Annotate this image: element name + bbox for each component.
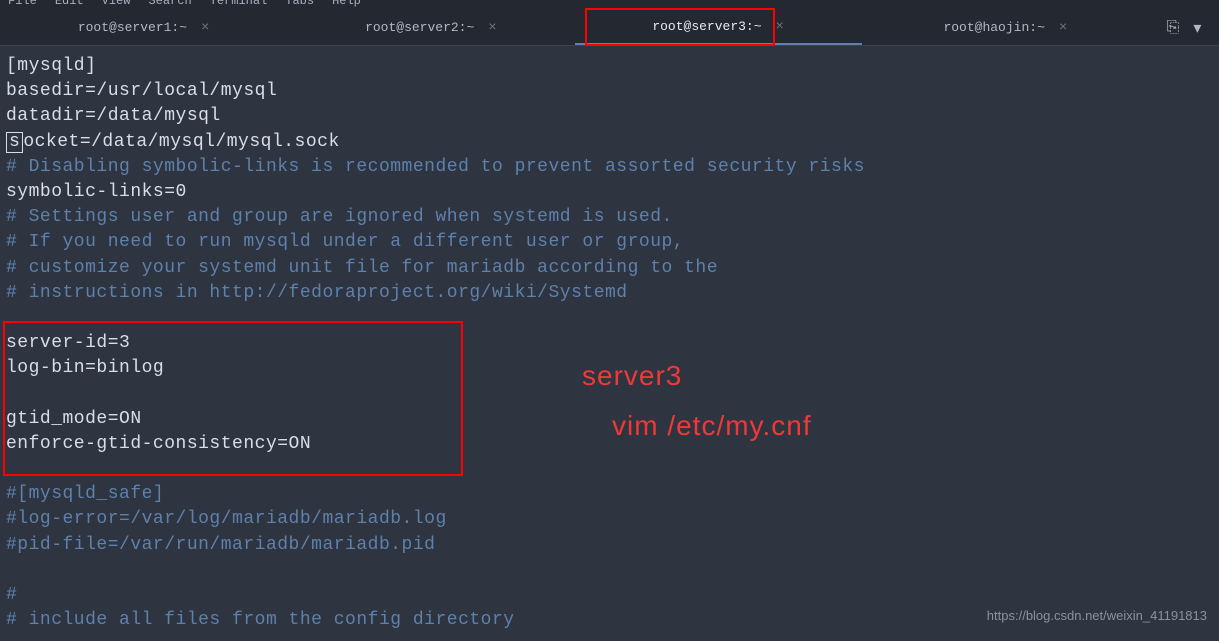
terminal-line: # Settings user and group are ignored wh…: [6, 205, 1213, 230]
menu-view[interactable]: View: [102, 0, 131, 8]
cursor-position: s: [6, 132, 23, 154]
close-icon[interactable]: ×: [1059, 20, 1067, 36]
terminal-line: socket=/data/mysql/mysql.sock: [6, 130, 1213, 155]
close-icon[interactable]: ×: [201, 20, 209, 36]
share-icon[interactable]: ⎘: [1167, 19, 1180, 37]
tab-haojin[interactable]: root@haojin:~ ×: [862, 10, 1149, 45]
close-icon[interactable]: ×: [776, 19, 784, 35]
terminal-line: # If you need to run mysqld under a diff…: [6, 230, 1213, 255]
terminal-line: [6, 457, 1213, 482]
menu-help[interactable]: Help: [332, 0, 361, 8]
terminal-line: enforce-gtid-consistency=ON: [6, 432, 1213, 457]
tab-label: root@server3:~: [652, 19, 761, 34]
terminal-line: basedir=/usr/local/mysql: [6, 79, 1213, 104]
annotation-text-vim: vim /etc/my.cnf: [612, 410, 812, 442]
terminal-line: datadir=/data/mysql: [6, 104, 1213, 129]
close-icon[interactable]: ×: [488, 20, 496, 36]
terminal-line: #: [6, 583, 1213, 608]
tab-server2[interactable]: root@server2:~ ×: [287, 10, 574, 45]
menu-search[interactable]: Search: [148, 0, 191, 8]
terminal-line: # customize your systemd unit file for m…: [6, 256, 1213, 281]
menu-bar: File Edit View Search Terminal Tabs Help: [0, 0, 1219, 10]
terminal-line: gtid_mode=ON: [6, 407, 1213, 432]
dropdown-icon[interactable]: ▾: [1193, 18, 1201, 38]
tab-label: root@haojin:~: [943, 20, 1044, 35]
terminal-line: [6, 306, 1213, 331]
terminal-line: # Disabling symbolic-links is recommende…: [6, 155, 1213, 180]
tab-bar: root@server1:~ × root@server2:~ × root@s…: [0, 10, 1219, 46]
menu-tabs[interactable]: Tabs: [285, 0, 314, 8]
tab-label: root@server2:~: [365, 20, 474, 35]
tab-server1[interactable]: root@server1:~ ×: [0, 10, 287, 45]
terminal-content[interactable]: [mysqld]basedir=/usr/local/mysqldatadir=…: [0, 46, 1219, 641]
terminal-line: #[mysqld_safe]: [6, 482, 1213, 507]
annotation-text-server3: server3: [582, 360, 682, 392]
tab-label: root@server1:~: [78, 20, 187, 35]
watermark-text: https://blog.csdn.net/weixin_41191813: [987, 608, 1207, 623]
terminal-line: # instructions in http://fedoraproject.o…: [6, 281, 1213, 306]
menu-file[interactable]: File: [8, 0, 37, 8]
terminal-line: #pid-file=/var/run/mariadb/mariadb.pid: [6, 533, 1213, 558]
menu-terminal[interactable]: Terminal: [210, 0, 268, 8]
tab-server3[interactable]: root@server3:~ ×: [575, 10, 862, 45]
menu-edit[interactable]: Edit: [55, 0, 84, 8]
terminal-line: [mysqld]: [6, 54, 1213, 79]
tab-actions: ⎘ ▾: [1149, 10, 1219, 45]
terminal-line: [6, 558, 1213, 583]
terminal-line: server-id=3: [6, 331, 1213, 356]
terminal-line: symbolic-links=0: [6, 180, 1213, 205]
terminal-line: #log-error=/var/log/mariadb/mariadb.log: [6, 507, 1213, 532]
